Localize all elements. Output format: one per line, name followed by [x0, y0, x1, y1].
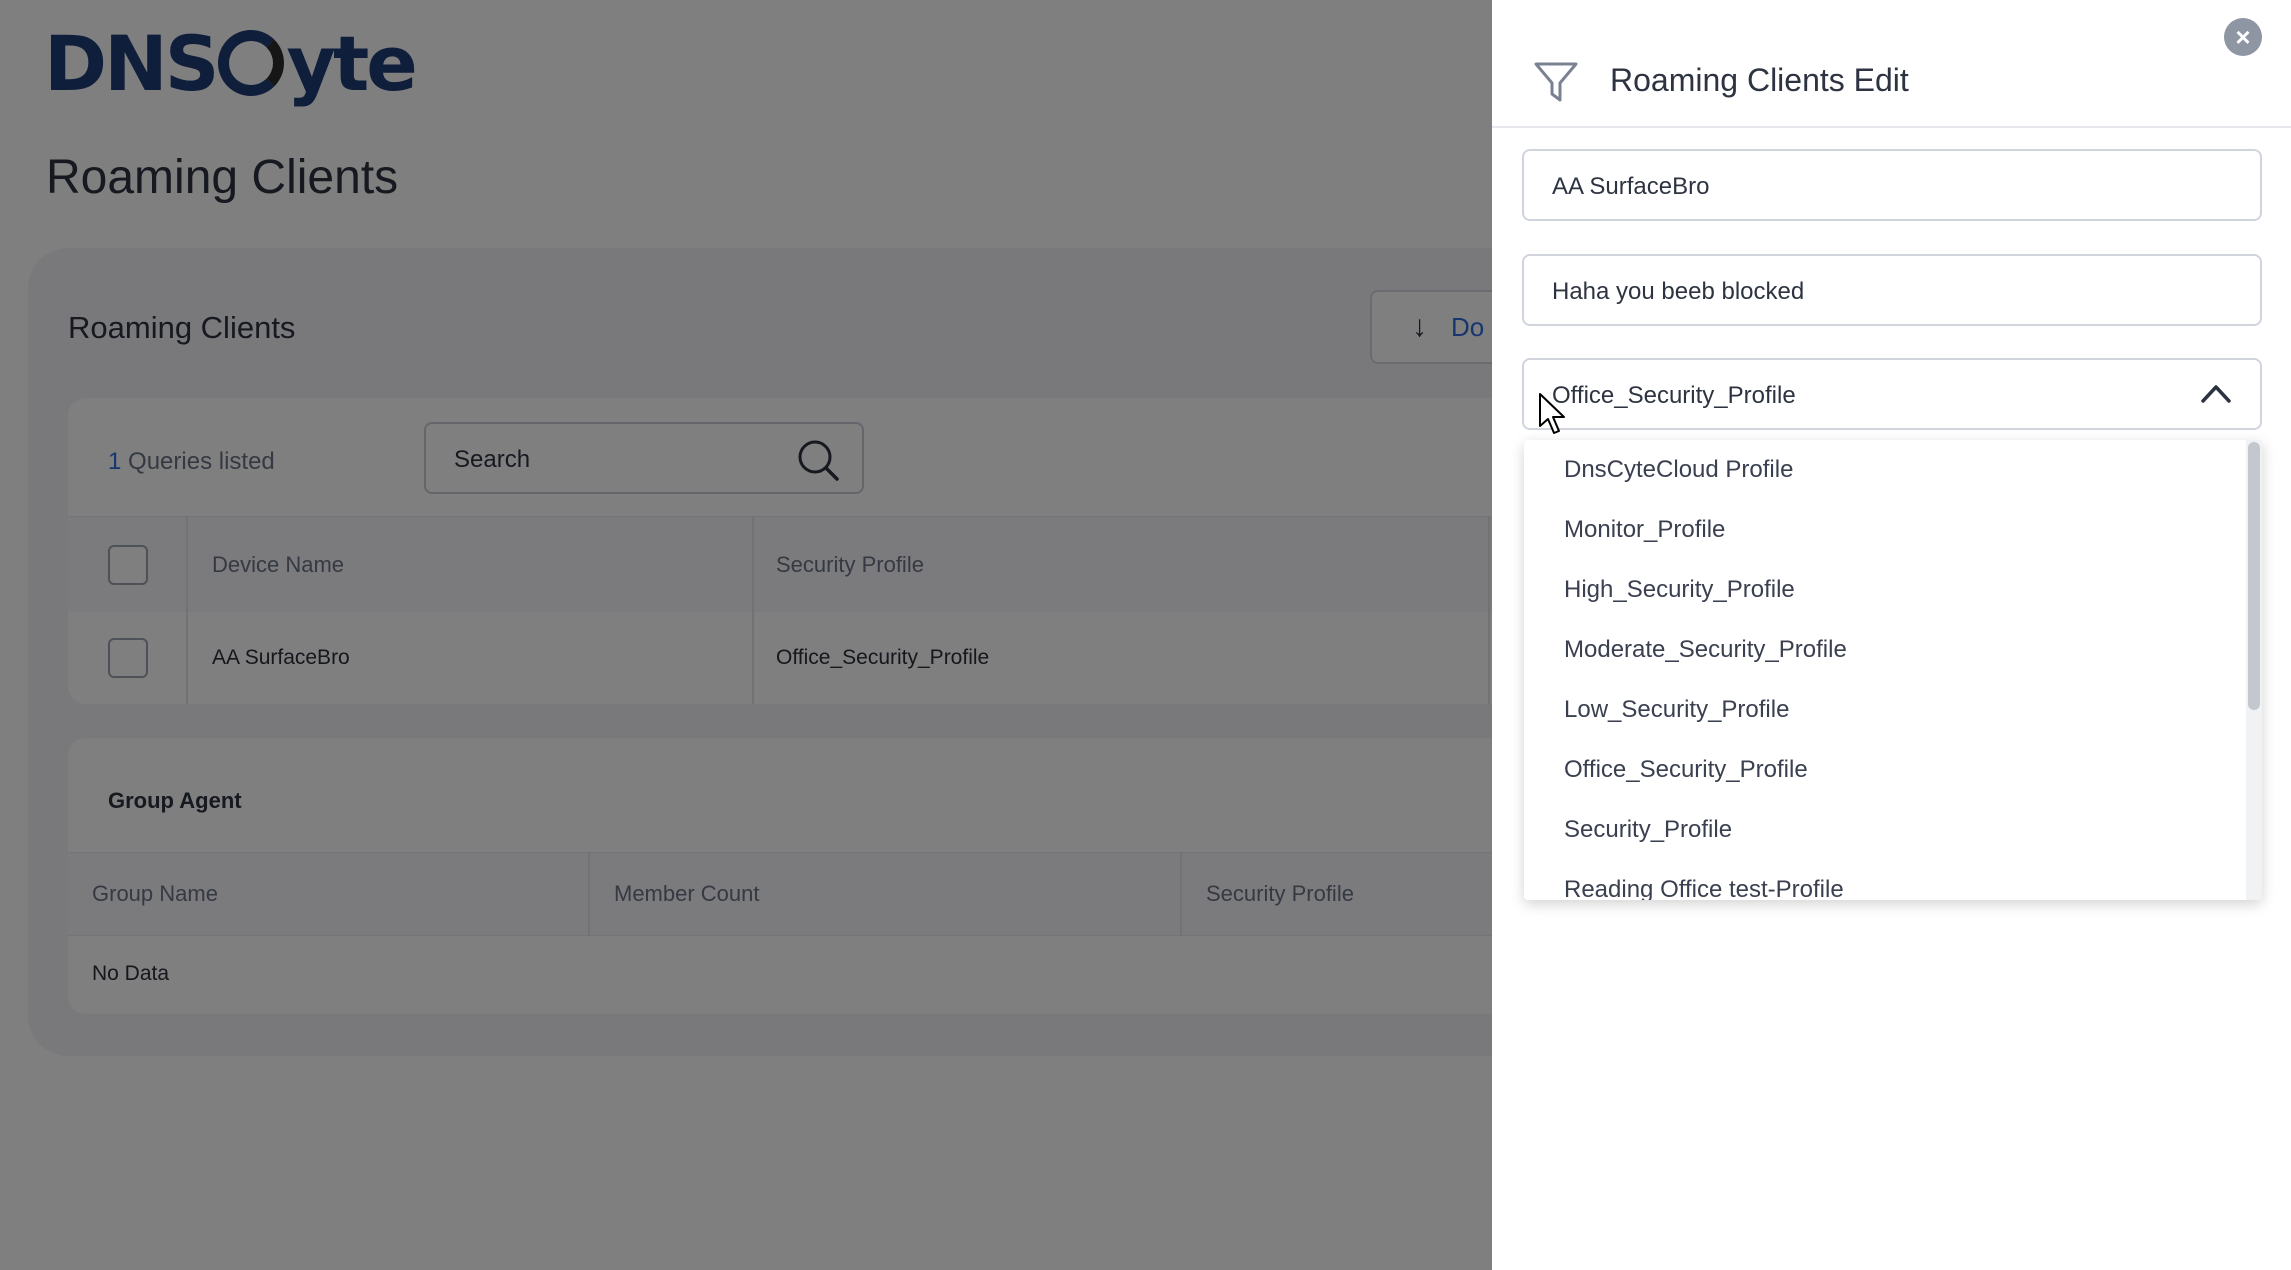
dropdown-option[interactable]: Office_Security_Profile [1524, 740, 2230, 800]
dropdown-option[interactable]: Low_Security_Profile [1524, 680, 2230, 740]
dropdown-option[interactable]: Monitor_Profile [1524, 500, 2230, 560]
edit-side-panel: × Roaming Clients Edit AA SurfaceBro Hah… [1492, 0, 2291, 1270]
panel-title: Roaming Clients Edit [1610, 62, 1909, 98]
dropdown-scrollbar[interactable] [2246, 440, 2262, 900]
client-name-value: AA SurfaceBro [1552, 173, 1710, 200]
dropdown-option[interactable]: Security_Profile [1524, 800, 2230, 860]
scrollbar-thumb[interactable] [2248, 442, 2260, 710]
client-name-field[interactable]: AA SurfaceBro [1522, 149, 2262, 221]
mouse-cursor-icon [1539, 393, 1565, 434]
dropdown-option[interactable]: Reading Office test-Profile [1524, 860, 2230, 900]
close-icon[interactable]: × [2224, 18, 2262, 56]
selected-profile-value: Office_Security_Profile [1552, 382, 1796, 409]
filter-icon [1534, 62, 1578, 102]
block-message-field[interactable]: Haha you beeb blocked [1522, 254, 2262, 326]
dropdown-option[interactable]: Moderate_Security_Profile [1524, 620, 2230, 680]
divider [1492, 126, 2291, 128]
security-profile-select[interactable]: Office_Security_Profile [1522, 358, 2262, 430]
chevron-up-icon[interactable] [2200, 382, 2232, 404]
block-message-value: Haha you beeb blocked [1552, 278, 1805, 305]
profile-dropdown-list: DnsCyteCloud Profile Monitor_Profile Hig… [1524, 440, 2262, 900]
dropdown-option[interactable]: High_Security_Profile [1524, 560, 2230, 620]
dropdown-option[interactable]: DnsCyteCloud Profile [1524, 440, 2230, 500]
